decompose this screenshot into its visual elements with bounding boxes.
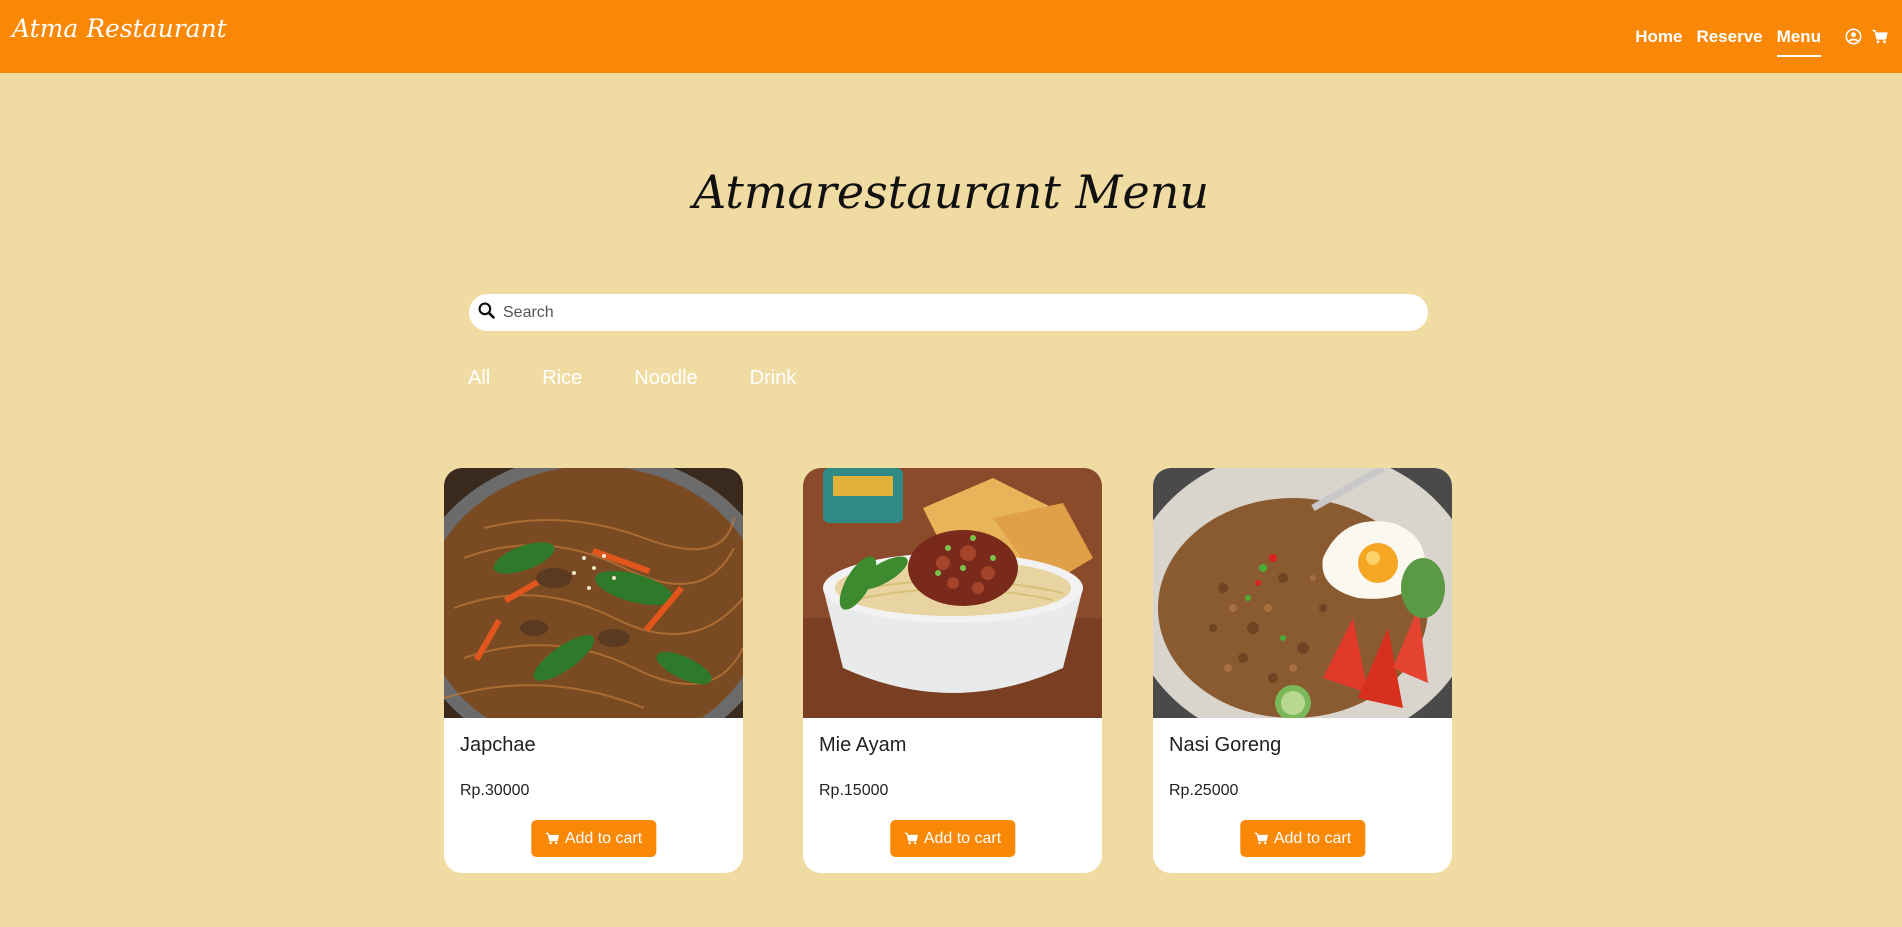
product-card: Nasi Goreng Rp.25000 Add to cart xyxy=(1153,468,1452,873)
product-name: Japchae xyxy=(460,734,536,756)
search-input[interactable] xyxy=(501,302,1405,323)
product-image-mie-ayam xyxy=(803,468,1102,718)
cart-icon xyxy=(904,832,918,845)
product-card: Mie Ayam Rp.15000 Add to cart xyxy=(803,468,1102,873)
product-card: Japchae Rp.30000 Add to cart xyxy=(444,468,743,873)
filter-rice[interactable]: Rice xyxy=(542,367,582,390)
navbar: Atma Restaurant Home Reserve Menu xyxy=(0,0,1902,73)
filter-noodle[interactable]: Noodle xyxy=(634,367,697,390)
filter-drink[interactable]: Drink xyxy=(750,367,797,390)
nav-link-menu[interactable]: Menu xyxy=(1776,27,1822,57)
brand-logo[interactable]: Atma Restaurant xyxy=(12,14,227,43)
add-to-cart-label: Add to cart xyxy=(923,829,1002,847)
user-circle-icon[interactable] xyxy=(1845,28,1862,45)
add-to-cart-button[interactable]: Add to cart xyxy=(1239,820,1366,857)
cart-icon xyxy=(545,832,559,845)
nav-link-reserve[interactable]: Reserve xyxy=(1696,27,1762,47)
product-image-nasi-goreng xyxy=(1153,468,1452,718)
product-price: Rp.15000 xyxy=(819,782,889,799)
cart-icon[interactable] xyxy=(1872,29,1888,44)
page-title: Atmarestaurant Menu xyxy=(692,165,1210,219)
product-image-japchae xyxy=(444,468,743,718)
add-to-cart-button[interactable]: Add to cart xyxy=(889,820,1016,857)
add-to-cart-label: Add to cart xyxy=(564,829,643,847)
search-icon xyxy=(478,302,495,324)
product-price: Rp.25000 xyxy=(1169,782,1239,799)
add-to-cart-button[interactable]: Add to cart xyxy=(530,820,657,857)
filter-all[interactable]: All xyxy=(468,367,490,390)
add-to-cart-label: Add to cart xyxy=(1273,829,1352,847)
product-name: Nasi Goreng xyxy=(1169,734,1282,756)
product-name: Mie Ayam xyxy=(819,734,907,756)
product-price: Rp.30000 xyxy=(460,782,530,799)
nav-link-home[interactable]: Home xyxy=(1635,27,1682,47)
nav-links: Home Reserve Menu xyxy=(1635,0,1888,73)
cart-icon xyxy=(1254,832,1268,845)
search-bar xyxy=(469,294,1428,331)
category-filters: All Rice Noodle Drink xyxy=(468,367,848,390)
